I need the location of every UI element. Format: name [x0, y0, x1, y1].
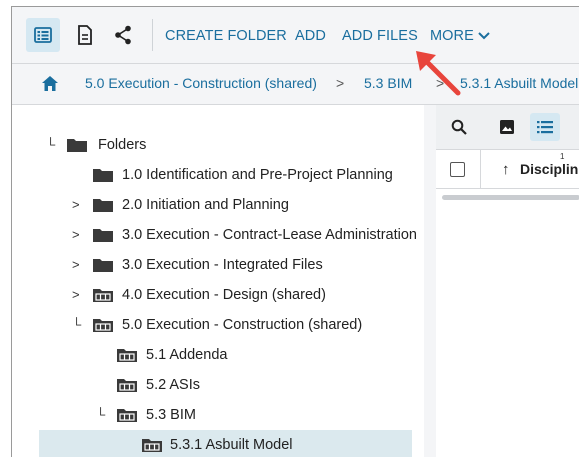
- sort-order-number: 1: [560, 152, 565, 161]
- home-icon[interactable]: [41, 75, 59, 97]
- expand-toggle[interactable]: >: [72, 227, 80, 242]
- tree-item-identification[interactable]: 1.0 Identification and Pre-Project Plann…: [12, 160, 424, 190]
- tree-item-label: 5.3 BIM: [146, 407, 196, 423]
- shared-folder-icon: [141, 437, 163, 457]
- breadcrumb-item-asbuilt-model[interactable]: 5.3.1 Asbuilt Model: [460, 75, 578, 91]
- shared-folder-icon: [116, 377, 138, 398]
- tree-item-label: Folders: [98, 137, 147, 153]
- search-icon[interactable]: [444, 113, 474, 141]
- share-icon[interactable]: [106, 18, 140, 52]
- sort-ascending-icon[interactable]: ↑: [502, 161, 510, 178]
- list-view-icon[interactable]: [530, 113, 560, 141]
- horizontal-scrollbar[interactable]: [442, 195, 579, 200]
- folder-icon: [92, 197, 114, 218]
- column-divider: [480, 150, 481, 188]
- folder-tree: └ Folders 1.0 Identification and Pre-Pro…: [12, 105, 425, 457]
- column-header-discipline[interactable]: Disciplin: [520, 161, 578, 177]
- tree-item-label: 5.3.1 Asbuilt Model: [170, 437, 293, 453]
- tree-item-asis[interactable]: 5.2 ASIs: [12, 370, 424, 400]
- collapse-toggle[interactable]: └: [46, 137, 55, 152]
- folder-icon: [92, 257, 114, 278]
- tree-item-contract-lease[interactable]: > 3.0 Execution - Contract-Lease Adminis…: [12, 220, 424, 250]
- tree-item-construction[interactable]: └ 5.0 Execution - Construction (shared): [12, 310, 424, 340]
- tree-item-label: 5.1 Addenda: [146, 347, 228, 363]
- tree-item-label: 5.0 Execution - Construction (shared): [122, 317, 363, 333]
- tree-root-folders[interactable]: └ Folders: [12, 130, 424, 160]
- more-label: MORE: [430, 28, 474, 44]
- tree-item-bim[interactable]: └ 5.3 BIM: [12, 400, 424, 430]
- expand-toggle[interactable]: >: [72, 287, 80, 302]
- tree-item-asbuilt-model[interactable]: 5.3.1 Asbuilt Model: [39, 430, 412, 457]
- tree-item-initiation[interactable]: > 2.0 Initiation and Planning: [12, 190, 424, 220]
- expand-toggle[interactable]: >: [72, 197, 80, 212]
- collapse-toggle[interactable]: └: [96, 407, 105, 422]
- shared-folder-icon: [116, 407, 138, 428]
- more-button[interactable]: MORE: [430, 28, 490, 44]
- document-icon[interactable]: [68, 18, 102, 52]
- folder-icon: [92, 227, 114, 248]
- breadcrumb: 5.0 Execution - Construction (shared) > …: [12, 64, 579, 105]
- breadcrumb-separator: >: [336, 75, 345, 91]
- tree-item-design[interactable]: > 4.0 Execution - Design (shared): [12, 280, 424, 310]
- annotation-arrow-icon: [416, 51, 461, 96]
- tree-item-integrated-files[interactable]: > 3.0 Execution - Integrated Files: [12, 250, 424, 280]
- expand-toggle[interactable]: >: [72, 257, 80, 272]
- toolbar-divider: [152, 19, 153, 51]
- tree-item-label: 3.0 Execution - Contract-Lease Administr…: [122, 227, 417, 243]
- toolbar: CREATE FOLDER ADD ADD FILES MORE: [12, 7, 579, 64]
- shared-folder-icon: [116, 347, 138, 368]
- file-list-toolbar: [436, 105, 579, 150]
- tree-item-addenda[interactable]: 5.1 Addenda: [12, 340, 424, 370]
- tree-item-label: 5.2 ASIs: [146, 377, 201, 393]
- tree-item-label: 3.0 Execution - Integrated Files: [122, 257, 323, 273]
- panel-divider[interactable]: [424, 105, 436, 457]
- list-view-icon[interactable]: [26, 18, 60, 52]
- breadcrumb-item-bim[interactable]: 5.3 BIM: [364, 75, 412, 91]
- tree-item-label: 4.0 Execution - Design (shared): [122, 287, 326, 303]
- select-all-checkbox[interactable]: [450, 162, 465, 177]
- image-view-icon[interactable]: [492, 113, 522, 141]
- breadcrumb-item-construction[interactable]: 5.0 Execution - Construction (shared): [85, 75, 317, 91]
- tree-item-label: 2.0 Initiation and Planning: [122, 197, 289, 213]
- tree-item-label: 1.0 Identification and Pre-Project Plann…: [122, 167, 393, 183]
- collapse-toggle[interactable]: └: [72, 317, 81, 332]
- add-files-button[interactable]: ADD FILES: [342, 28, 418, 44]
- file-list-header: 1 ↑ Disciplin: [436, 150, 579, 189]
- create-folder-button[interactable]: CREATE FOLDER: [165, 28, 287, 44]
- folder-icon: [92, 167, 114, 188]
- shared-folder-icon: [92, 287, 114, 308]
- folder-icon: [66, 137, 88, 158]
- add-button[interactable]: ADD: [295, 28, 326, 44]
- chevron-down-icon: [478, 32, 490, 40]
- shared-folder-icon: [92, 317, 114, 338]
- app-frame: CREATE FOLDER ADD ADD FILES MORE 5.0 Exe…: [11, 6, 579, 457]
